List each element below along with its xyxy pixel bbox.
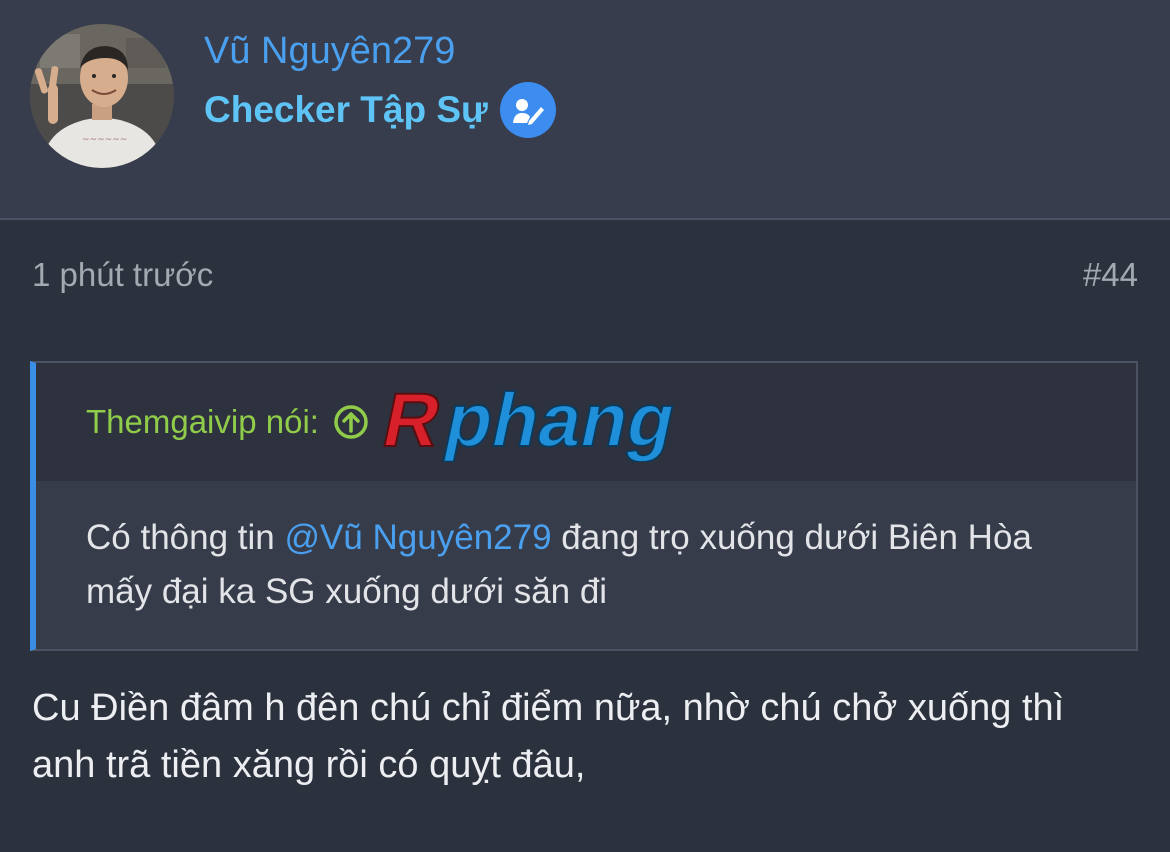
post-message: Cu Điền đâm h đên chú chỉ điểm nữa, nhờ … xyxy=(32,687,1065,786)
user-title: Checker Tập Sự xyxy=(204,89,488,130)
quote-block: Themgaivip nói: R phang Có thông tin @Vũ… xyxy=(30,361,1138,651)
rphang-logo: R phang xyxy=(375,382,685,462)
username-link[interactable]: Vũ Nguyên279 xyxy=(204,30,455,73)
quote-body: Có thông tin @Vũ Nguyên279 đang trọ xuốn… xyxy=(36,481,1136,619)
svg-text:phang: phang xyxy=(438,382,684,462)
post-number-link[interactable]: #44 xyxy=(1083,256,1138,294)
avatar[interactable]: ~~~~~~ xyxy=(30,24,174,168)
user-title-row: Checker Tập Sự xyxy=(204,82,556,138)
svg-text:~~~~~~: ~~~~~~ xyxy=(82,135,127,145)
svg-text:R: R xyxy=(376,382,449,462)
quote-header[interactable]: Themgaivip nói: R phang xyxy=(36,363,1136,481)
quote-text-start: Có thông tin xyxy=(86,518,285,557)
post-timestamp[interactable]: 1 phút trước xyxy=(32,256,213,294)
arrow-up-circle-icon[interactable] xyxy=(333,404,369,440)
quote-author[interactable]: Themgaivip nói: xyxy=(86,403,319,441)
verified-checker-icon xyxy=(499,82,556,138)
post-author-header: ~~~~~~ Vũ Nguyên279 Checker Tập Sự xyxy=(0,0,1170,220)
user-mention-link[interactable]: @Vũ Nguyên279 xyxy=(284,518,551,557)
